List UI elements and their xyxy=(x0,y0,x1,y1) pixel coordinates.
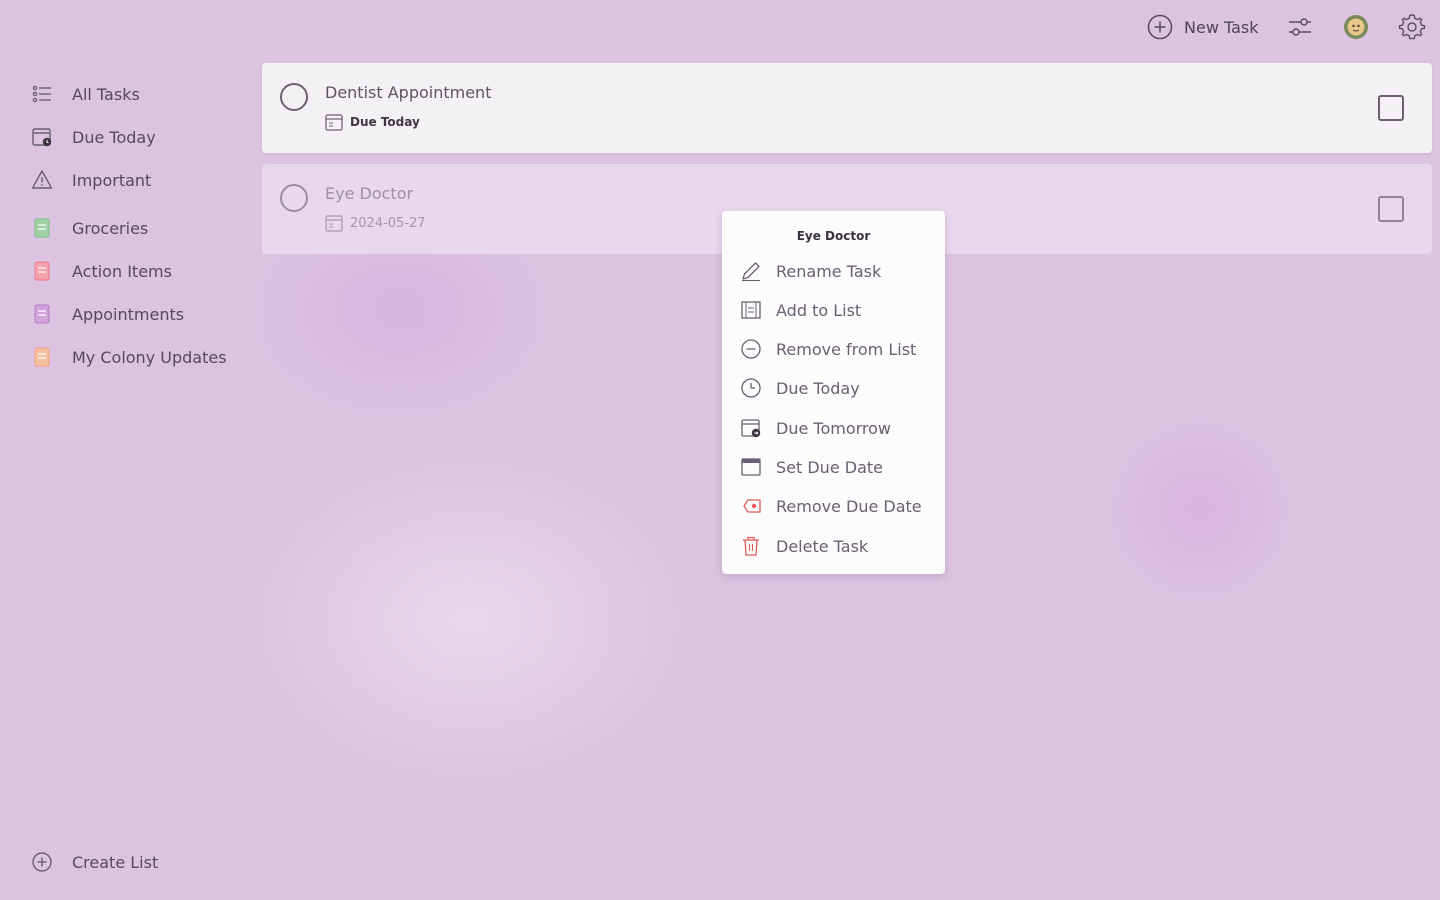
sidebar-item-label: Action Items xyxy=(72,261,172,281)
menu-item-add-to-list[interactable]: Add to List xyxy=(740,297,930,323)
menu-item-set-due-date[interactable]: Set Due Date xyxy=(740,454,930,480)
sidebar-item-groceries[interactable]: Groceries xyxy=(30,214,240,242)
task-due-date: 2024-05-27 xyxy=(350,215,426,231)
task-select-checkbox[interactable] xyxy=(1378,196,1404,222)
menu-item-remove-due-date[interactable]: Remove Due Date xyxy=(740,493,930,519)
list-purple-icon xyxy=(30,302,54,326)
sidebar-item-appointments[interactable]: Appointments xyxy=(30,300,240,328)
avatar[interactable] xyxy=(1342,13,1370,41)
task-card-dentist-appointment[interactable]: Dentist Appointment Due Today xyxy=(262,63,1432,153)
menu-item-remove-from-list[interactable]: Remove from List xyxy=(740,336,930,362)
sidebar-item-action-items[interactable]: Action Items xyxy=(30,257,240,285)
sidebar-item-due-today[interactable]: Due Today xyxy=(30,123,240,151)
list-icon xyxy=(30,82,54,106)
menu-item-delete-task[interactable]: Delete Task xyxy=(740,533,930,559)
calendar-tomorrow-icon xyxy=(740,417,762,439)
menu-item-label: Remove from List xyxy=(776,339,917,359)
list-green-icon xyxy=(30,216,54,240)
task-due-label: Due Today xyxy=(350,115,420,129)
new-task-label: New Task xyxy=(1184,17,1259,37)
remove-date-icon xyxy=(740,495,762,517)
task-complete-toggle[interactable] xyxy=(280,184,308,212)
menu-item-due-tomorrow[interactable]: Due Tomorrow xyxy=(740,415,930,441)
calendar-icon xyxy=(325,215,343,232)
sidebar-item-label: My Colony Updates xyxy=(72,347,227,367)
menu-item-label: Remove Due Date xyxy=(776,496,922,516)
pencil-icon xyxy=(740,260,762,282)
menu-item-label: Due Today xyxy=(776,378,860,398)
sidebar-item-all-tasks[interactable]: All Tasks xyxy=(30,80,240,108)
calendar-today-icon xyxy=(30,125,54,149)
task-select-checkbox[interactable] xyxy=(1378,95,1404,121)
menu-item-label: Set Due Date xyxy=(776,457,883,477)
menu-item-label: Add to List xyxy=(776,300,862,320)
context-menu-title: Eye Doctor xyxy=(796,229,871,243)
create-list-label: Create List xyxy=(72,852,159,872)
calendar-icon xyxy=(325,114,343,131)
task-due-meta: Due Today xyxy=(325,113,420,131)
plus-circle-icon xyxy=(30,850,54,874)
filter-button[interactable] xyxy=(1286,13,1314,41)
trash-icon xyxy=(740,535,762,557)
menu-item-label: Rename Task xyxy=(776,261,882,281)
settings-button[interactable] xyxy=(1398,13,1426,41)
minus-circle-icon xyxy=(740,338,762,360)
new-task-button[interactable]: New Task xyxy=(1146,13,1259,41)
filter-sliders-icon xyxy=(1289,18,1311,36)
task-title: Dentist Appointment xyxy=(325,83,492,102)
task-due-meta: 2024-05-27 xyxy=(325,214,426,232)
warning-icon xyxy=(30,168,54,192)
menu-item-rename-task[interactable]: Rename Task xyxy=(740,258,930,284)
menu-item-label: Due Tomorrow xyxy=(776,418,892,438)
list-red-icon xyxy=(30,259,54,283)
sidebar-item-label: Important xyxy=(72,170,152,190)
list-add-icon xyxy=(740,299,762,321)
sidebar-item-important[interactable]: Important xyxy=(30,166,240,194)
menu-item-label: Delete Task xyxy=(776,536,869,556)
top-bar: New Task xyxy=(0,0,1440,56)
plus-circle-icon xyxy=(1147,14,1173,40)
sidebar-item-my-colony-updates[interactable]: My Colony Updates xyxy=(30,343,240,371)
menu-item-due-today[interactable]: Due Today xyxy=(740,375,930,401)
task-title: Eye Doctor xyxy=(325,184,414,203)
calendar-icon xyxy=(740,456,762,478)
avatar-icon xyxy=(1344,15,1368,39)
sidebar-item-label: All Tasks xyxy=(72,84,140,104)
sidebar-item-label: Due Today xyxy=(72,127,156,147)
sidebar-item-label: Groceries xyxy=(72,218,149,238)
create-list-button[interactable]: Create List xyxy=(30,848,158,876)
task-context-menu: Eye Doctor Rename Task Add to List Remov… xyxy=(722,211,945,574)
task-complete-toggle[interactable] xyxy=(280,83,308,111)
clock-icon xyxy=(740,377,762,399)
gear-icon xyxy=(1398,14,1426,40)
list-orange-icon xyxy=(30,345,54,369)
sidebar-item-label: Appointments xyxy=(72,304,185,324)
